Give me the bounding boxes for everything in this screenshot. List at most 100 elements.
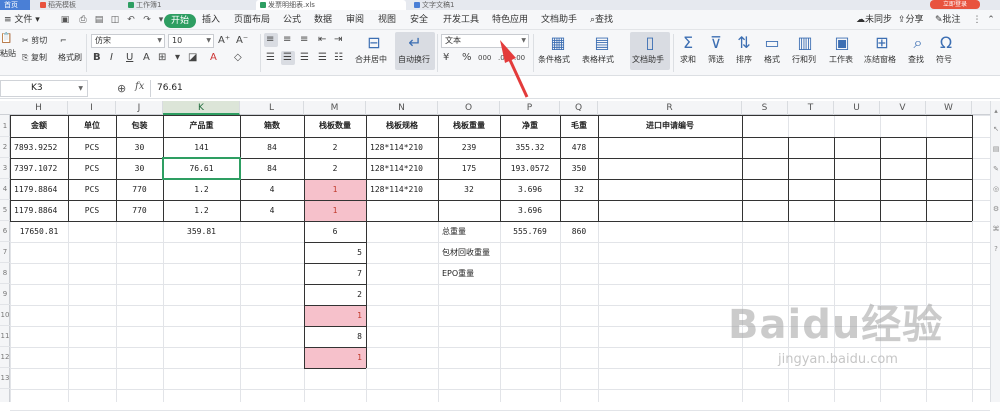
fx-icon[interactable]: fx <box>135 81 144 92</box>
cell-O4[interactable]: 32 <box>438 179 500 200</box>
align-right-icon[interactable]: ☰ <box>300 52 309 64</box>
cell-L5[interactable]: 4 <box>240 200 304 221</box>
column-header-S[interactable]: S <box>742 101 788 115</box>
row-header-7[interactable]: 7 <box>0 242 10 263</box>
cell-Q1[interactable]: 毛重 <box>560 115 598 137</box>
increase-font-icon[interactable]: A⁺ <box>218 35 230 47</box>
backup-icon[interactable]: ◎ <box>992 185 1000 193</box>
thousands-icon[interactable]: 000 <box>478 52 491 64</box>
distributed-icon[interactable]: ☷ <box>334 52 343 64</box>
style-panel-icon[interactable]: ✎ <box>992 165 1000 173</box>
italic-icon[interactable]: I <box>110 52 113 64</box>
cell-O8[interactable]: EPO重量 <box>438 263 500 284</box>
cell-K4[interactable]: 1.2 <box>163 179 240 200</box>
align-center-icon[interactable]: ☰ <box>283 52 292 64</box>
column-header-U[interactable]: U <box>834 101 880 115</box>
auto-wrap-button[interactable]: 自动换行 <box>398 55 430 65</box>
cell-M12[interactable]: 1 <box>304 347 366 368</box>
row-header-5[interactable]: 5 <box>0 200 10 221</box>
cell-J5[interactable]: 770 <box>116 200 163 221</box>
cell-I3[interactable]: PCS <box>68 158 116 179</box>
print-icon[interactable]: ▤ <box>94 15 104 25</box>
cell-H2[interactable]: 7893.9252 <box>10 137 68 158</box>
row-header-12[interactable]: 12 <box>0 347 10 368</box>
sort-button[interactable]: 排序 <box>736 55 752 65</box>
cell-N4[interactable]: 128*114*210 <box>366 179 438 200</box>
cell-P6[interactable]: 555.769 <box>500 221 560 242</box>
spreadsheet-grid[interactable]: 金额 单位 包装 产品重 箱数 栈板数量 栈板规格 栈板重量 净重 毛重 进口申请编号 7893.92… <box>10 115 990 411</box>
justify-icon[interactable]: ☰ <box>318 52 327 64</box>
sync-status[interactable]: ☁未同步 <box>856 10 892 30</box>
indent-increase-icon[interactable]: ⇥ <box>334 34 342 46</box>
cell-M3[interactable]: 2 <box>304 158 366 179</box>
column-header-W[interactable]: W <box>926 101 972 115</box>
tab-writer-doc[interactable]: 文字文稿1 <box>414 0 524 10</box>
number-format-select[interactable]: 文本 ▼ <box>441 34 529 48</box>
indent-decrease-icon[interactable]: ⇤ <box>318 34 326 46</box>
format-painter-icon[interactable]: ⌐ <box>60 35 67 47</box>
cell-M11[interactable]: 8 <box>304 326 366 347</box>
filter-button[interactable]: 筛选 <box>708 55 724 65</box>
row-col-button[interactable]: 行和列 <box>792 55 816 65</box>
column-header-P[interactable]: P <box>500 101 560 115</box>
row-header-2[interactable]: 2 <box>0 137 10 158</box>
font-name-select[interactable]: 仿宋 ▼ <box>91 34 165 48</box>
formula-input[interactable]: 76.61 <box>150 80 1000 97</box>
underline-icon[interactable]: U <box>126 52 133 64</box>
cut-button[interactable]: ✂ 剪切 <box>22 35 47 47</box>
menu-insert[interactable]: 插入 <box>202 10 220 30</box>
align-left-icon[interactable]: ☰ <box>266 52 275 64</box>
column-header-V[interactable]: V <box>880 101 926 115</box>
align-middle-icon[interactable]: ≡ <box>283 34 291 46</box>
cell-Q4[interactable]: 32 <box>560 179 598 200</box>
percent-icon[interactable]: % <box>462 52 472 64</box>
font-size-select[interactable]: 10 ▼ <box>168 34 214 48</box>
row-header-3[interactable]: 3 <box>0 158 10 179</box>
cell-M5[interactable]: 1 <box>304 200 366 221</box>
bold-icon[interactable]: B <box>93 52 101 64</box>
cell-N2[interactable]: 128*114*210 <box>366 137 438 158</box>
row-header-10[interactable]: 10 <box>0 305 10 326</box>
cell-Q3[interactable]: 350 <box>560 158 598 179</box>
menu-formula[interactable]: 公式 <box>283 10 301 30</box>
comment-button[interactable]: ✎批注 <box>935 10 961 30</box>
row-header-4[interactable]: 4 <box>0 179 10 200</box>
cell-H5[interactable]: 1179.8864 <box>10 200 68 221</box>
merge-center-button[interactable]: 合并居中 <box>355 55 387 65</box>
cell-P4[interactable]: 3.696 <box>500 179 560 200</box>
cell-J1[interactable]: 包装 <box>116 115 163 137</box>
cell-M2[interactable]: 2 <box>304 137 366 158</box>
cell-H6[interactable]: 17650.81 <box>10 221 68 242</box>
worksheet-button[interactable]: 工作表 <box>829 55 853 65</box>
menu-page-layout[interactable]: 页面布局 <box>234 10 270 30</box>
currency-icon[interactable]: ¥ <box>443 52 449 64</box>
cell-J4[interactable]: 770 <box>116 179 163 200</box>
tools-icon[interactable]: ⌘ <box>992 225 1000 233</box>
menu-file[interactable]: ≡ 文件 ▾ <box>4 10 40 30</box>
menu-special-apps[interactable]: 特色应用 <box>492 10 528 30</box>
cell-M9[interactable]: 2 <box>304 284 366 305</box>
sum-button[interactable]: 求和 <box>680 55 696 65</box>
column-header-K[interactable]: K <box>163 101 240 115</box>
cell-J3[interactable]: 30 <box>116 158 163 179</box>
collapse-ribbon-icon[interactable]: ⌃ <box>986 15 996 25</box>
help-icon[interactable]: ? <box>992 245 1000 253</box>
tab-home[interactable]: 首页 <box>0 0 30 10</box>
menu-dev-tools[interactable]: 开发工具 <box>443 10 479 30</box>
cell-I4[interactable]: PCS <box>68 179 116 200</box>
cell-Q2[interactable]: 478 <box>560 137 598 158</box>
collapse-icon[interactable]: ▴ <box>992 107 1000 115</box>
row-header-9[interactable]: 9 <box>0 284 10 305</box>
cell-M6[interactable]: 6 <box>304 221 366 242</box>
cell-I2[interactable]: PCS <box>68 137 116 158</box>
cell-M4[interactable]: 1 <box>304 179 366 200</box>
cell-M1[interactable]: 栈板数量 <box>304 115 366 137</box>
redo-icon[interactable]: ↷ <box>142 15 152 25</box>
cell-O7[interactable]: 包材回收重量 <box>438 242 500 263</box>
column-header-H[interactable]: H <box>10 101 68 115</box>
column-header-L[interactable]: L <box>240 101 304 115</box>
column-header-R[interactable]: R <box>598 101 742 115</box>
cell-P5[interactable]: 3.696 <box>500 200 560 221</box>
column-header-I[interactable]: I <box>68 101 116 115</box>
border-icon[interactable]: ⊞ <box>158 52 166 64</box>
